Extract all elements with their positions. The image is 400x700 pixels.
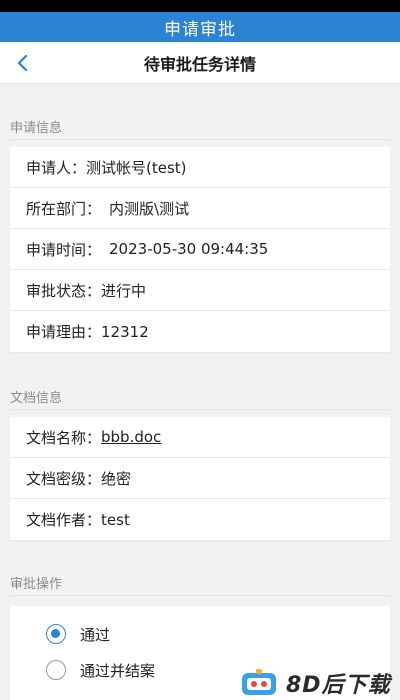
row-value: 绝密 bbox=[101, 469, 132, 488]
section-header-approval: 审批操作 bbox=[0, 562, 400, 602]
row-value: 内测版\测试 bbox=[109, 199, 190, 218]
row-label: 文档作者： bbox=[26, 511, 102, 529]
row-label: 文档名称： bbox=[26, 428, 102, 447]
row-value: 2023-05-30 09:44:35 bbox=[109, 240, 269, 258]
row-value: 进行中 bbox=[101, 281, 147, 300]
chevron-left-icon bbox=[17, 54, 28, 72]
section-title: 审批操作 bbox=[10, 576, 63, 592]
row-value: 测试帐号(test) bbox=[86, 158, 187, 177]
radio-option-approve[interactable]: 通过 bbox=[10, 616, 390, 652]
radio-label: 通过并结案 bbox=[80, 661, 156, 680]
radio-checked-icon[interactable] bbox=[46, 624, 66, 644]
row-value: 12312 bbox=[101, 322, 149, 341]
info-row-apply-time: 申请时间： 2023-05-30 09:44:35 bbox=[10, 229, 390, 270]
row-label: 所在部门： bbox=[26, 199, 102, 218]
radio-label: 通过 bbox=[80, 625, 111, 644]
doc-info-card: 文档名称： bbb.doc 文档密级： 绝密 文档作者： test bbox=[10, 417, 390, 540]
nav-bar: 待审批任务详情 bbox=[0, 42, 400, 84]
info-row-applicant: 申请人： 测试帐号(test) bbox=[10, 147, 390, 188]
doc-row-name: 文档名称： bbb.doc bbox=[10, 417, 390, 458]
page-title: 待审批任务详情 bbox=[143, 55, 256, 74]
row-label: 申请理由： bbox=[26, 323, 102, 341]
row-label: 申请人： bbox=[26, 158, 87, 177]
section-header-doc-info: 文档信息 bbox=[0, 376, 400, 416]
back-button[interactable] bbox=[8, 48, 38, 78]
section-title: 申请信息 bbox=[10, 120, 63, 136]
status-bar bbox=[0, 0, 400, 12]
radio-unchecked-icon[interactable] bbox=[46, 660, 66, 680]
document-link[interactable]: bbb.doc bbox=[101, 428, 161, 446]
row-value: test bbox=[101, 510, 130, 529]
divider bbox=[10, 595, 390, 596]
watermark: 8D后下载 bbox=[240, 668, 398, 698]
divider bbox=[10, 409, 390, 410]
section-title: 文档信息 bbox=[10, 390, 63, 406]
info-row-department: 所在部门： 内测版\测试 bbox=[10, 188, 390, 229]
row-label: 文档密级： bbox=[26, 469, 102, 488]
info-row-status: 审批状态： 进行中 bbox=[10, 270, 390, 311]
app-title: 申请审批 bbox=[164, 19, 236, 40]
row-label: 申请时间： bbox=[26, 240, 102, 259]
info-row-reason: 申请理由： 12312 bbox=[10, 311, 390, 352]
doc-row-author: 文档作者： test bbox=[10, 499, 390, 540]
robot-logo-icon bbox=[242, 669, 276, 695]
app-header: 申请审批 bbox=[0, 12, 400, 42]
section-header-apply-info: 申请信息 bbox=[0, 106, 400, 146]
divider bbox=[10, 139, 390, 140]
row-label: 审批状态： bbox=[26, 281, 102, 300]
watermark-text: 8D后下载 bbox=[286, 673, 391, 698]
apply-info-card: 申请人： 测试帐号(test) 所在部门： 内测版\测试 申请时间： 2023-… bbox=[10, 147, 390, 352]
doc-row-security-level: 文档密级： 绝密 bbox=[10, 458, 390, 499]
